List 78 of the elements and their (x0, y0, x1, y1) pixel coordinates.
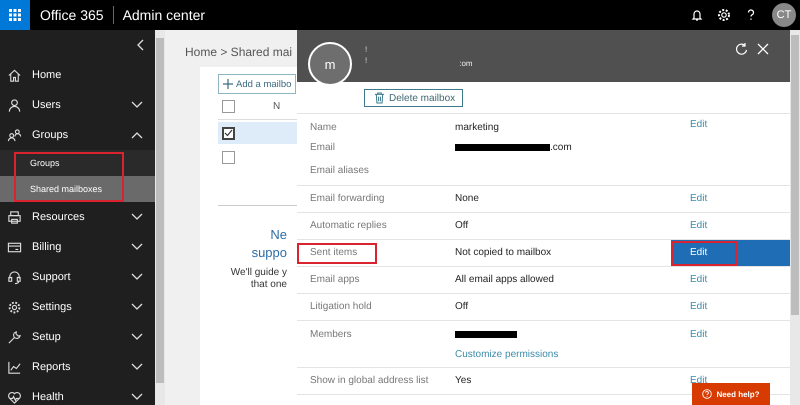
promo-title: Ne (269, 226, 287, 244)
edit-link[interactable]: Edit (690, 329, 708, 341)
field-label: Show in global address list (309, 375, 430, 387)
field-value: All email apps allowed (455, 274, 554, 285)
trash-icon (374, 92, 385, 104)
edit-link[interactable]: Edit (690, 193, 708, 205)
field-value: None (455, 193, 479, 204)
scrollbar[interactable] (790, 30, 800, 405)
app-title: Admin center (122, 7, 206, 23)
edit-link[interactable]: Edit (690, 220, 708, 232)
field-value: marketing (455, 122, 499, 133)
add-mailbox-button[interactable]: Add a mailbo (218, 74, 296, 94)
field-label: Automatic replies (309, 220, 388, 232)
settings-icon (7, 300, 22, 314)
field-label: Litigation hold (309, 301, 373, 313)
scrollbar[interactable] (155, 30, 165, 405)
field-label: Email forwarding (309, 193, 386, 205)
field-label: Email apps (309, 274, 360, 286)
refresh-icon[interactable] (734, 42, 748, 56)
checkbox[interactable] (222, 100, 235, 113)
sidebar-item[interactable]: Setup (0, 322, 155, 352)
edit-link[interactable]: Edit (690, 301, 708, 313)
promo-title: suppo (250, 244, 287, 262)
checkbox[interactable] (222, 126, 235, 140)
promo-text: that one (250, 279, 287, 291)
sidebar-item[interactable]: Users (0, 90, 155, 120)
field-value: Yes (455, 375, 472, 386)
column-header[interactable]: N (273, 101, 280, 112)
people-icon (7, 128, 22, 142)
breadcrumb: Home > Shared mai (185, 45, 292, 61)
sidebar-subitem[interactable]: Groups (0, 150, 155, 176)
help-icon (702, 389, 712, 399)
customize-permissions-link[interactable]: Customize permissions (455, 349, 671, 361)
sidebar-item[interactable]: Health (0, 382, 155, 405)
sidebar-item[interactable]: Resources (0, 202, 155, 232)
header-text: ! (365, 44, 368, 55)
field-label: Sent items (309, 247, 358, 258)
field-label: Email (309, 142, 336, 154)
edit-link[interactable]: Edit (690, 119, 708, 131)
house-icon (7, 68, 22, 82)
field-label: Name (309, 122, 338, 134)
person-icon (7, 98, 22, 112)
heart-icon (7, 390, 22, 404)
sidebar-item[interactable]: Billing (0, 232, 155, 262)
headset-icon (7, 270, 22, 284)
header-text: ! (365, 55, 368, 66)
app-launcher-button[interactable] (0, 0, 30, 30)
mailbox-avatar: m (308, 42, 352, 86)
brand-name: Office 365 (40, 6, 114, 24)
edit-link[interactable]: Edit (690, 274, 708, 286)
collapse-icon[interactable] (137, 39, 145, 51)
sidebar-item[interactable]: Groups (0, 120, 155, 150)
delete-mailbox-button[interactable]: Delete mailbox (364, 89, 464, 107)
edit-link[interactable]: Edit (690, 247, 708, 259)
field-value: Off (455, 301, 468, 312)
user-avatar[interactable]: CT (772, 3, 796, 27)
chart-icon (7, 360, 22, 374)
field-label: Members (309, 329, 353, 341)
field-value: Off (455, 220, 468, 231)
header-text: :om (459, 58, 473, 70)
wrench-icon (7, 330, 22, 344)
grid-icon (9, 9, 21, 21)
sidebar-item[interactable]: Home (0, 60, 155, 90)
settings-icon[interactable] (716, 7, 732, 23)
sidebar-item[interactable]: Reports (0, 352, 155, 382)
card-icon (7, 240, 22, 254)
field-label: Email aliases (309, 164, 370, 176)
promo-text: We'll guide y (230, 267, 287, 279)
printer-icon (7, 210, 22, 224)
close-icon[interactable] (756, 42, 770, 56)
checkbox[interactable] (222, 150, 235, 164)
plus-icon (223, 79, 233, 89)
sidebar-item[interactable]: Settings (0, 292, 155, 322)
sidebar-subitem[interactable]: Shared mailboxes (0, 176, 155, 202)
field-value: .com (550, 142, 572, 153)
sidebar-item[interactable]: Support (0, 262, 155, 292)
field-value: Not copied to mailbox (455, 247, 552, 258)
need-help-button[interactable]: Need help? (692, 383, 770, 405)
